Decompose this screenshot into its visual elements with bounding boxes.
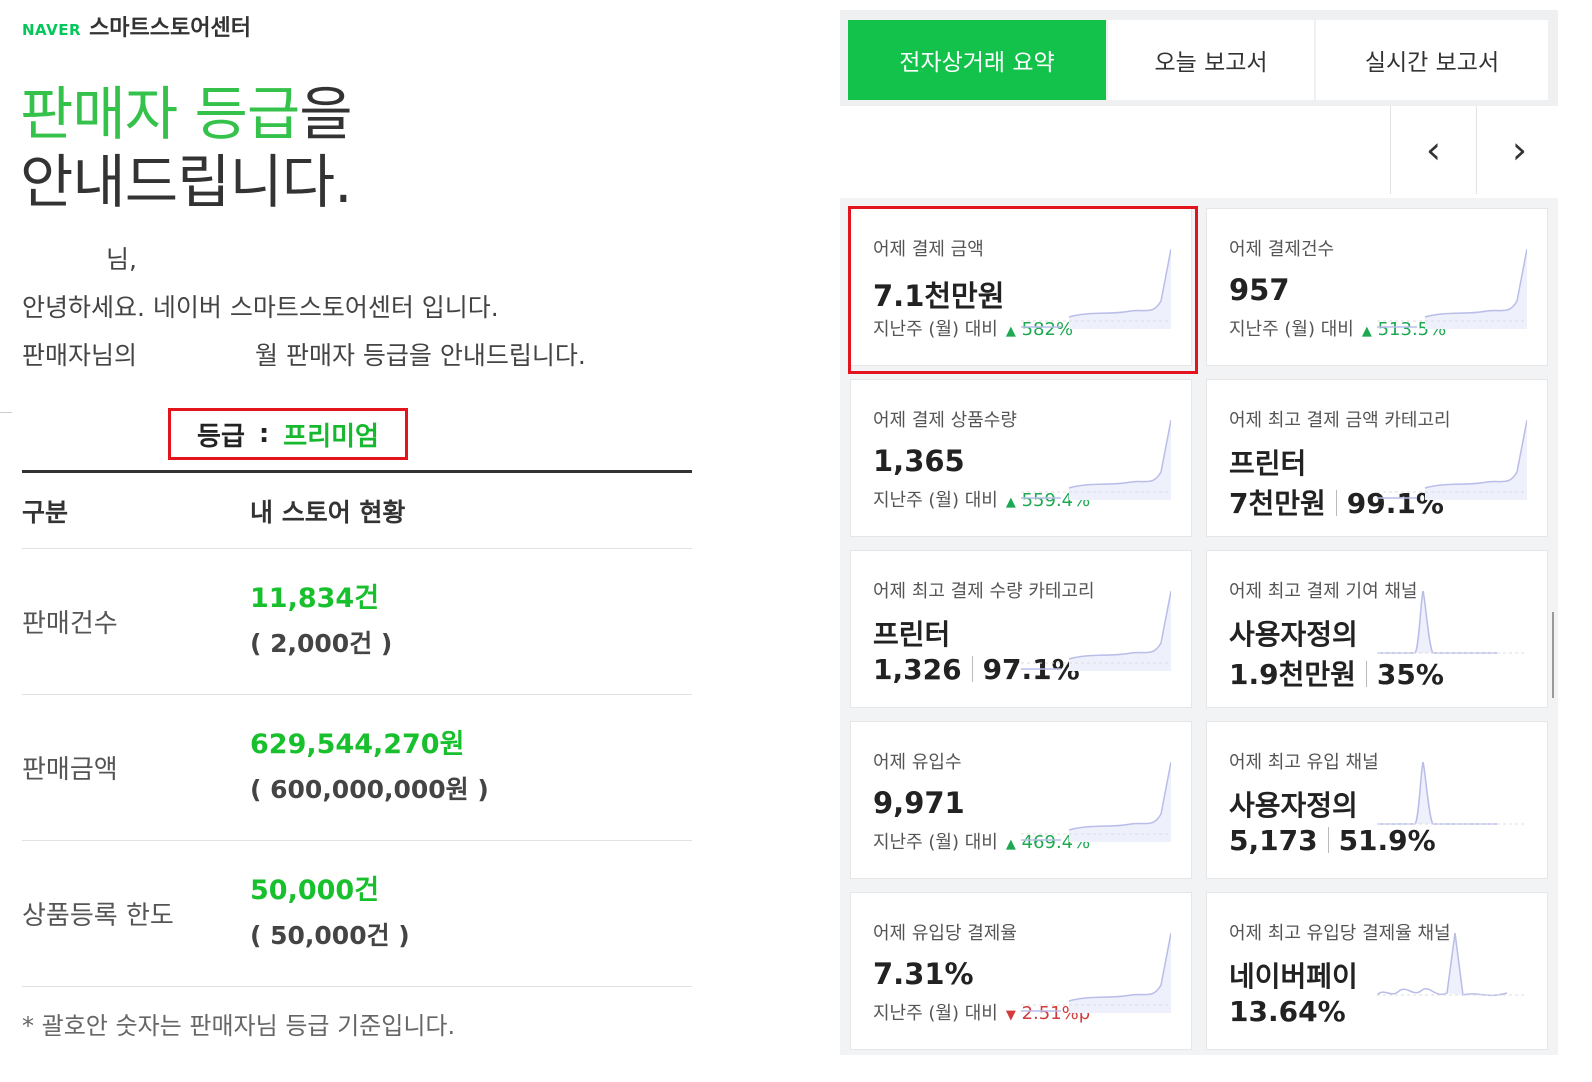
- metric-separator: [1327, 827, 1329, 853]
- greeting-name: 님,: [106, 245, 137, 274]
- naver-logo: NAVER: [22, 21, 82, 39]
- table-row: 판매건수 11,834건 ( 2,000건 ): [22, 549, 692, 695]
- comparison-label: 지난주 (월) 대비: [873, 1003, 998, 1024]
- row-value: 629,544,270원: [250, 728, 465, 760]
- row-value: 11,834건: [250, 582, 380, 614]
- card-label: 어제 최고 유입 채널: [1229, 752, 1379, 773]
- brand-center-name: 스마트스토어센터: [89, 16, 251, 41]
- row-criteria: ( 600,000,000원 ): [250, 774, 489, 804]
- arrow-up-icon: ▲: [1361, 324, 1372, 339]
- row-criteria: ( 2,000건 ): [250, 628, 393, 658]
- sparkline: [1377, 249, 1527, 329]
- sparkline: [1021, 591, 1171, 671]
- comparison-label: 지난주 (월) 대비: [1229, 319, 1354, 340]
- grade-label: 등급: [197, 421, 245, 452]
- summary-card[interactable]: 어제 유입당 결제율 7.31% 지난주 (월) 대비 ▼ 2.51%p: [850, 892, 1192, 1050]
- column-header-category: 구분: [22, 497, 69, 527]
- next-button[interactable]: ›: [1476, 106, 1562, 194]
- greeting-grade-suffix: 월 판매자 등급을 안내드립니다.: [255, 341, 586, 370]
- comparison-label: 지난주 (월) 대비: [873, 832, 998, 853]
- summary-card[interactable]: 어제 결제건수 957 지난주 (월) 대비 ▲ 513.5%: [1206, 208, 1548, 366]
- summary-card[interactable]: 어제 최고 결제 수량 카테고리 프린터 1,326 97.1%: [850, 550, 1192, 708]
- sparkline: [1021, 933, 1171, 1013]
- metric-separator: [971, 656, 973, 682]
- grade-badge: 등급 : 프리미엄: [168, 408, 408, 460]
- summary-card[interactable]: 어제 유입수 9,971 지난주 (월) 대비 ▲ 469.4%: [850, 721, 1192, 879]
- summary-card[interactable]: 어제 최고 결제 금액 카테고리 프린터 7천만원 99.1%: [1206, 379, 1548, 537]
- table-row: 상품등록 한도 50,000건 ( 50,000건 ): [22, 841, 692, 987]
- title-particle: 을: [299, 80, 352, 148]
- table-header: 구분 내 스토어 현황: [22, 473, 692, 549]
- top-item-amount: 13.64%: [1229, 995, 1346, 1028]
- row-label: 판매금액: [22, 755, 118, 785]
- row-label: 판매건수: [22, 609, 118, 639]
- chevron-left-icon: ‹: [1425, 128, 1442, 172]
- sparkline: [1377, 591, 1527, 654]
- column-header-status: 내 스토어 현황: [250, 497, 406, 527]
- page-title: 판매자 등급을 안내드립니다.: [20, 80, 353, 216]
- top-item-amount: 5,173: [1229, 824, 1318, 857]
- title-line2: 안내드립니다.: [20, 148, 353, 216]
- store-status-table: 구분 내 스토어 현황 판매건수 11,834건 ( 2,000건 ) 판매금액…: [22, 470, 692, 987]
- greeting-hello: 안녕하세요. 네이버 스마트스토어센터 입니다.: [22, 293, 499, 322]
- card-top-item: 사용자정의: [1229, 618, 1358, 651]
- sparkline: [1021, 762, 1171, 842]
- sparkline: [1377, 420, 1527, 500]
- card-top-item: 네이버페이: [1229, 960, 1358, 993]
- comparison-label: 지난주 (월) 대비: [873, 490, 998, 511]
- arrow-up-icon: ▲: [1005, 837, 1016, 852]
- title-highlight: 판매자 등급: [20, 80, 300, 148]
- card-value: 957: [1229, 273, 1290, 307]
- top-item-amount: 1,326: [873, 653, 962, 686]
- highlight-box: [848, 206, 1198, 374]
- table-row: 판매금액 629,544,270원 ( 600,000,000원 ): [22, 695, 692, 841]
- card-top-item: 프린터: [1229, 447, 1307, 480]
- tab-realtime-report[interactable]: 실시간 보고서: [1316, 20, 1548, 100]
- arrow-up-icon: ▲: [1005, 495, 1016, 510]
- report-tabs: 전자상거래 요약 오늘 보고서 실시간 보고서: [840, 10, 1558, 106]
- card-label: 어제 유입수: [873, 752, 962, 773]
- card-label: 어제 유입당 결제율: [873, 923, 1017, 944]
- card-top-item: 사용자정의: [1229, 789, 1358, 822]
- card-pager: ‹ ›: [840, 106, 1562, 198]
- metric-separator: [1365, 661, 1367, 687]
- arrow-down-icon: ▼: [1005, 1008, 1016, 1023]
- top-item-amount: 1.9천만원: [1229, 658, 1356, 691]
- card-top-item: 프린터: [873, 618, 951, 651]
- footnote: * 괄호안 숫자는 판매자님 등급 기준입니다.: [22, 1012, 456, 1040]
- divider-tick: [0, 412, 12, 413]
- card-top-metrics: 13.64%: [1229, 995, 1346, 1028]
- summary-card[interactable]: 어제 결제 상품수량 1,365 지난주 (월) 대비 ▲ 559.4%: [850, 379, 1192, 537]
- sparkline: [1377, 933, 1527, 997]
- scrollbar-thumb[interactable]: [1552, 612, 1554, 698]
- greeting-text: 님, 안녕하세요. 네이버 스마트스토어센터 입니다. 판매자님의 월 판매자 등…: [22, 236, 586, 380]
- row-label: 상품등록 한도: [22, 901, 174, 931]
- grade-notice-panel: NAVER 스마트스토어센터 판매자 등급을 안내드립니다. 님, 안녕하세요.…: [0, 0, 720, 1082]
- row-criteria: ( 50,000건 ): [250, 920, 410, 950]
- grade-value: 프리미엄: [283, 421, 379, 452]
- chevron-right-icon: ›: [1511, 128, 1528, 172]
- summary-card[interactable]: 어제 최고 유입당 결제율 채널 네이버페이 13.64%: [1206, 892, 1548, 1050]
- summary-card[interactable]: 어제 최고 결제 기여 채널 사용자정의 1.9천만원 35%: [1206, 550, 1548, 708]
- card-label: 어제 결제 상품수량: [873, 410, 1017, 431]
- card-value: 9,971: [873, 786, 965, 820]
- grade-colon: :: [258, 419, 270, 449]
- sparkline: [1021, 420, 1171, 500]
- prev-button[interactable]: ‹: [1390, 106, 1476, 194]
- brand-header: NAVER 스마트스토어센터: [22, 10, 251, 42]
- card-value: 1,365: [873, 444, 965, 478]
- summary-card[interactable]: 어제 최고 유입 채널 사용자정의 5,173 51.9%: [1206, 721, 1548, 879]
- card-value: 7.31%: [873, 957, 974, 991]
- greeting-grade-intro: 판매자님의 월 판매자 등급을 안내드립니다.: [22, 332, 586, 380]
- tab-ecommerce-summary[interactable]: 전자상거래 요약: [848, 20, 1106, 100]
- sparkline: [1377, 762, 1527, 825]
- tab-today-report[interactable]: 오늘 보고서: [1108, 20, 1314, 100]
- card-label: 어제 결제건수: [1229, 239, 1335, 260]
- metric-separator: [1335, 490, 1337, 516]
- row-value: 50,000건: [250, 874, 380, 906]
- top-item-amount: 7천만원: [1229, 487, 1326, 520]
- greeting-grade-prefix: 판매자님의: [22, 341, 138, 370]
- ecommerce-dashboard: 전자상거래 요약 오늘 보고서 실시간 보고서 ‹ › 어제 결제 금액 7.1천…: [840, 10, 1562, 1055]
